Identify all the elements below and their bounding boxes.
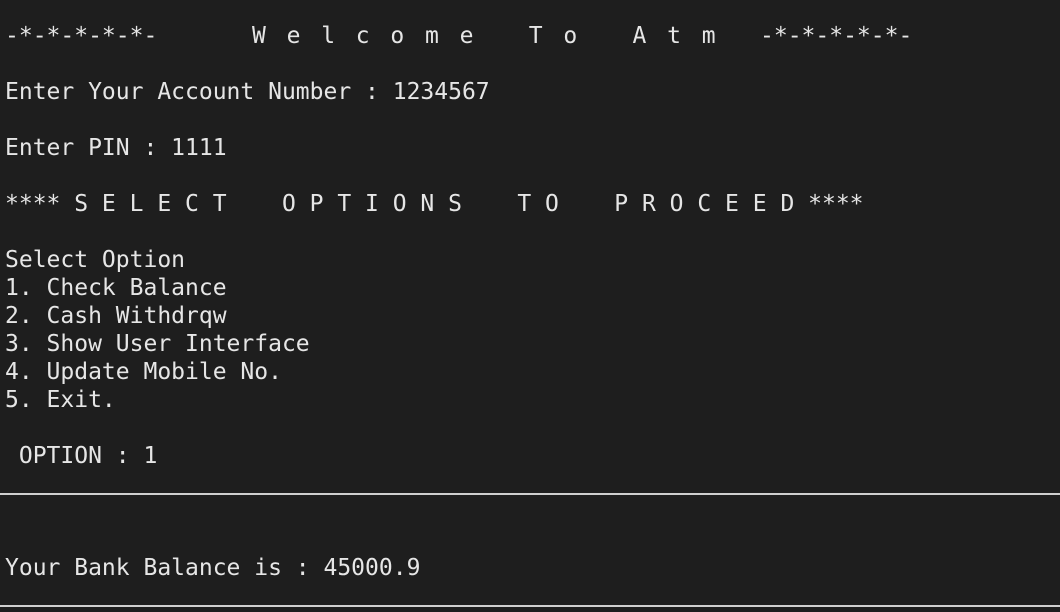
terminal-window: -*-*-*-*-*- W e l c o m e T o A t m -*-*… <box>0 0 1060 612</box>
menu-item-user-interface: 3. Show User Interface <box>5 331 310 357</box>
menu-item-update-mobile: 4. Update Mobile No. <box>5 359 282 385</box>
separator-line-bottom <box>0 605 1060 607</box>
pin-prompt: Enter PIN : 1111 <box>5 135 227 161</box>
menu-item-cash-withdraw: 2. Cash Withdrqw <box>5 303 227 329</box>
welcome-title: W e l c o m e T o A t m <box>252 23 720 49</box>
separator-line-top <box>0 493 1060 495</box>
menu-item-exit: 5. Exit. <box>5 387 116 413</box>
balance-output: Your Bank Balance is : 45000.9 <box>5 555 421 581</box>
options-banner: **** S E L E C T O P T I O N S T O P R O… <box>5 191 864 217</box>
account-number-prompt: Enter Your Account Number : 1234567 <box>5 79 490 105</box>
option-input-line[interactable]: OPTION : 1 <box>5 442 157 470</box>
menu-item-check-balance: 1. Check Balance <box>5 275 227 301</box>
header-left-decoration: -*-*-*-*-*- <box>5 23 158 49</box>
menu-heading: Select Option <box>5 247 186 273</box>
header-right-decoration: -*-*-*-*-*- <box>760 23 913 49</box>
